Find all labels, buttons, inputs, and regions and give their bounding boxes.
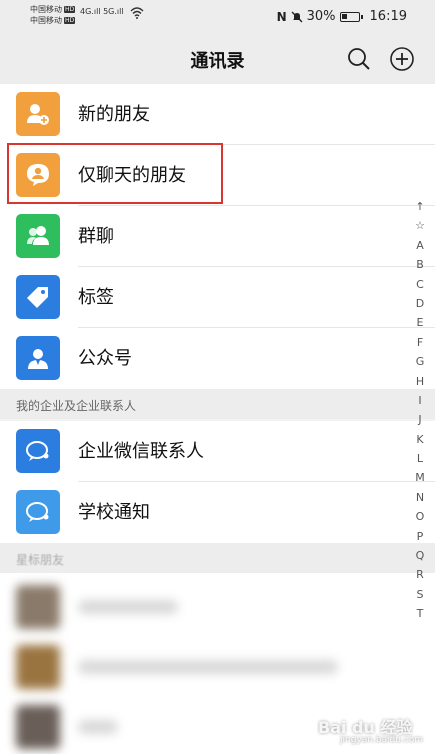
index-letter[interactable]: I <box>412 391 428 410</box>
battery-percent: 30% <box>306 9 336 24</box>
index-letter[interactable]: L <box>412 449 428 468</box>
starred-section-header: 星标朋友 <box>0 543 435 573</box>
new-friend-icon <box>16 92 60 136</box>
new-friends-label: 新的朋友 <box>78 104 150 125</box>
enterprise-section-title: 我的企业及企业联系人 <box>16 399 137 413</box>
blurred-name <box>78 720 118 734</box>
mute-icon <box>291 11 303 22</box>
index-letter[interactable]: R <box>412 565 428 584</box>
index-letter[interactable]: ☆ <box>412 216 428 235</box>
official-account-icon <box>16 336 60 380</box>
index-letter[interactable]: K <box>412 430 428 449</box>
status-right: N 30% 16:19 <box>277 9 407 24</box>
index-letter[interactable]: F <box>412 333 428 352</box>
index-letter[interactable]: S <box>412 585 428 604</box>
baidu-watermark-url: jingyan.baidu.com <box>340 735 424 745</box>
wecom-contacts-label: 企业微信联系人 <box>78 441 204 462</box>
index-letter[interactable]: C <box>412 275 428 294</box>
starred-section-title: 星标朋友 <box>16 553 65 567</box>
index-letter[interactable]: N <box>412 488 428 507</box>
official-accounts-label: 公众号 <box>78 348 132 369</box>
tags-label: 标签 <box>78 287 114 308</box>
add-icon[interactable] <box>389 46 415 72</box>
school-notice-label: 学校通知 <box>78 502 150 523</box>
index-letter[interactable]: B <box>412 255 428 274</box>
blurred-name <box>78 660 338 674</box>
enterprise-section-header: 我的企业及企业联系人 <box>0 389 435 419</box>
index-letter[interactable]: T <box>412 604 428 623</box>
index-letter[interactable]: D <box>412 294 428 313</box>
blurred-avatar <box>16 705 60 749</box>
group-chat-icon <box>16 214 60 258</box>
signal-indicators: 4G.ıll 5G.ıll <box>80 7 124 16</box>
wecom-contacts-item[interactable]: 企业微信联系人 <box>0 421 435 482</box>
tag-icon <box>16 275 60 319</box>
blurred-name <box>78 600 178 614</box>
index-letter[interactable]: H <box>412 372 428 391</box>
wifi-icon <box>130 7 144 19</box>
index-letter[interactable]: A <box>412 236 428 255</box>
index-letter[interactable]: P <box>412 527 428 546</box>
index-letter[interactable]: O <box>412 507 428 526</box>
search-icon[interactable] <box>346 46 372 72</box>
index-letter[interactable]: Q <box>412 546 428 565</box>
index-letter[interactable]: J <box>412 410 428 429</box>
blurred-avatar <box>16 645 60 689</box>
carrier-1: 中国移动 HD <box>30 5 76 14</box>
wecom-icon <box>16 429 60 473</box>
nfc-icon: N <box>276 9 287 24</box>
battery-icon <box>339 11 363 22</box>
school-notice-icon <box>16 490 60 534</box>
group-chats-label: 群聊 <box>78 226 114 247</box>
index-letter[interactable]: E <box>412 313 428 332</box>
official-accounts-item[interactable]: 公众号 <box>0 328 435 389</box>
index-letter[interactable]: M <box>412 468 428 487</box>
alphabet-index[interactable]: ↑ ☆ A B C D E F G H I J K L M N O P Q R S T <box>412 197 428 624</box>
school-notice-item[interactable]: 学校通知 <box>0 482 435 543</box>
title-bar: 通讯录 <box>0 34 435 84</box>
carrier-2: 中国移动 HD <box>30 16 76 25</box>
new-friends-item[interactable]: 新的朋友 <box>0 84 435 145</box>
group-chats-item[interactable]: 群聊 <box>0 206 435 267</box>
highlight-box <box>7 143 223 204</box>
tags-item[interactable]: 标签 <box>0 267 435 328</box>
index-letter[interactable]: G <box>412 352 428 371</box>
index-letter[interactable]: ↑ <box>412 197 428 216</box>
clock: 16:19 <box>369 9 407 24</box>
status-bar: 中国移动 HD 中国移动 HD 4G.ıll 5G.ıll N 30% 16:19 <box>0 0 435 34</box>
blurred-avatar <box>16 585 60 629</box>
